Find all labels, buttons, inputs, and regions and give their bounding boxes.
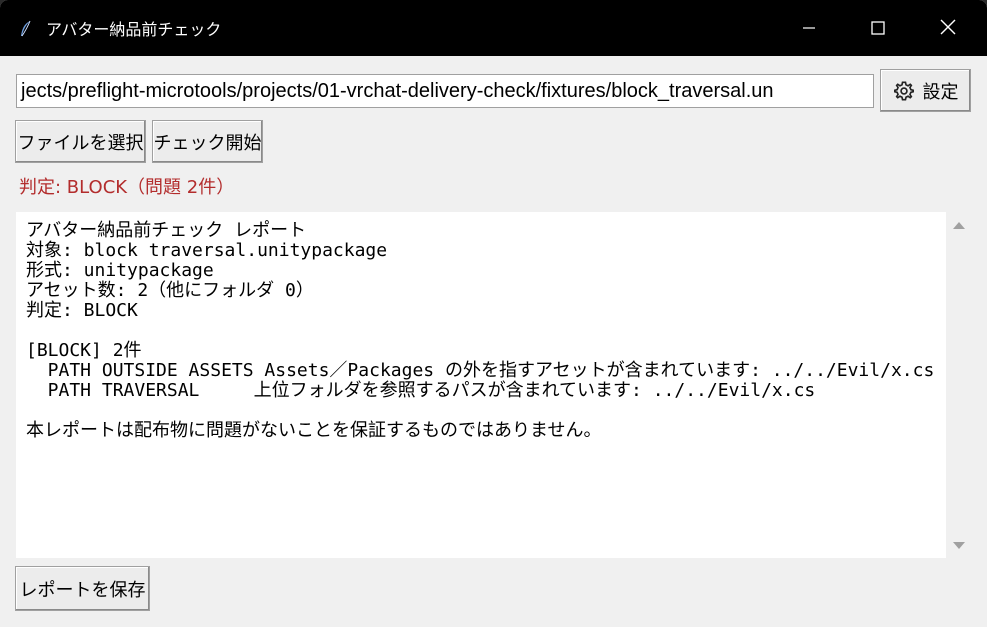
report-line: PATH TRAVERSAL 上位フォルダを参照するパスが含まれています: ..…: [26, 380, 816, 401]
gear-icon: [893, 80, 915, 102]
report-line: アバター納品前チェック レポート: [26, 220, 307, 241]
report-line: PATH OUTSIDE ASSETS Assets／Packages の外を指…: [26, 360, 935, 381]
minimize-button[interactable]: [786, 10, 832, 48]
report-line: 対象: block traversal.unitypackage: [26, 240, 388, 261]
report-line: アセット数: 2（他にフォルダ 0）: [26, 280, 314, 301]
maximize-button[interactable]: [855, 10, 901, 48]
report-line: [BLOCK] 2件: [26, 340, 142, 361]
file-path-text: jects/preflight-microtools/projects/01-v…: [21, 80, 774, 102]
report-line: 本レポートは配布物に問題がないことを保証するものではありません。: [26, 420, 602, 441]
select-file-button[interactable]: ファイルを選択: [15, 120, 146, 163]
scroll-up-arrow-icon[interactable]: [953, 222, 965, 229]
report-line: 形式: unitypackage: [26, 260, 214, 281]
file-path-input[interactable]: jects/preflight-microtools/projects/01-v…: [16, 74, 874, 108]
close-button[interactable]: [925, 10, 971, 48]
save-report-button[interactable]: レポートを保存: [15, 566, 150, 611]
minimize-icon: [802, 20, 816, 39]
title-bar[interactable]: アバター納品前チェック: [0, 0, 987, 56]
window-title: アバター納品前チェック: [46, 20, 222, 39]
report-line: 判定: BLOCK: [26, 300, 138, 321]
app-window: アバター納品前チェック jects/preflight-microtools/p…: [0, 0, 987, 627]
start-check-button[interactable]: チェック開始: [152, 120, 263, 163]
report-scrollbar[interactable]: [947, 212, 971, 558]
maximize-icon: [871, 20, 885, 39]
settings-label: 設定: [922, 81, 959, 103]
close-icon: [940, 19, 956, 39]
settings-button[interactable]: 設定: [880, 69, 971, 112]
verdict-label: 判定: BLOCK（問題 2件）: [19, 177, 235, 198]
report-textarea[interactable]: アバター納品前チェック レポート 対象: block traversal.uni…: [16, 212, 946, 558]
scroll-down-arrow-icon[interactable]: [953, 542, 965, 549]
feather-icon: [18, 20, 34, 38]
